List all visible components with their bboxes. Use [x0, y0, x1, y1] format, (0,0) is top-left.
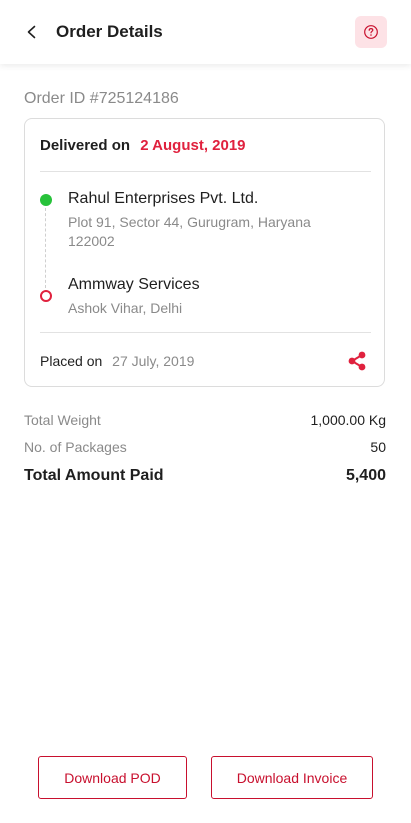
question-circle-icon — [364, 25, 378, 39]
destination-address: Ashok Vihar, Delhi — [68, 300, 183, 316]
total-amount-label: Total Amount Paid — [24, 467, 164, 484]
share-icon — [348, 351, 366, 371]
page-title: Order Details — [56, 22, 163, 41]
download-pod-button[interactable]: Download POD — [38, 756, 187, 799]
origin-name: Rahul Enterprises Pvt. Ltd. — [68, 190, 259, 207]
share-button[interactable] — [346, 350, 368, 372]
route-line — [45, 208, 46, 288]
help-button[interactable] — [355, 16, 387, 48]
divider — [40, 332, 371, 333]
packages-label: No. of Packages — [24, 439, 127, 455]
destination-name: Ammway Services — [68, 276, 200, 293]
delivery-status: Delivered on 2 August, 2019 — [40, 136, 246, 156]
summary-packages: No. of Packages 50 — [24, 438, 386, 456]
total-amount-value: 5,400 — [345, 467, 386, 484]
delivered-date: 2 August, 2019 — [140, 137, 246, 154]
placed-info: Placed on 27 July, 2019 — [40, 352, 194, 370]
total-weight-value: 1,000.00 Kg — [310, 412, 386, 428]
placed-date: 27 July, 2019 — [112, 353, 195, 369]
order-card: Delivered on 2 August, 2019 Rahul Enterp… — [24, 118, 385, 387]
packages-value: 50 — [370, 439, 386, 455]
total-weight-label: Total Weight — [24, 412, 101, 428]
origin-dot-icon — [40, 194, 52, 206]
download-invoice-button[interactable]: Download Invoice — [211, 756, 373, 799]
app-header: Order Details — [0, 0, 411, 64]
chevron-left-icon — [27, 25, 36, 39]
order-details-screen: Order Details Order ID #725124186 Delive… — [0, 0, 411, 823]
placed-label: Placed on — [40, 353, 103, 369]
order-id: Order ID #725124186 — [24, 90, 179, 107]
delivered-label: Delivered on — [40, 137, 131, 154]
divider — [40, 171, 371, 172]
destination-dot-icon — [40, 290, 52, 302]
origin-address: Plot 91, Sector 44, Gurugram, Haryana 12… — [68, 214, 311, 249]
back-button[interactable] — [20, 20, 44, 44]
summary-total-weight: Total Weight 1,000.00 Kg — [24, 411, 386, 429]
summary-total-amount: Total Amount Paid 5,400 — [24, 465, 386, 487]
